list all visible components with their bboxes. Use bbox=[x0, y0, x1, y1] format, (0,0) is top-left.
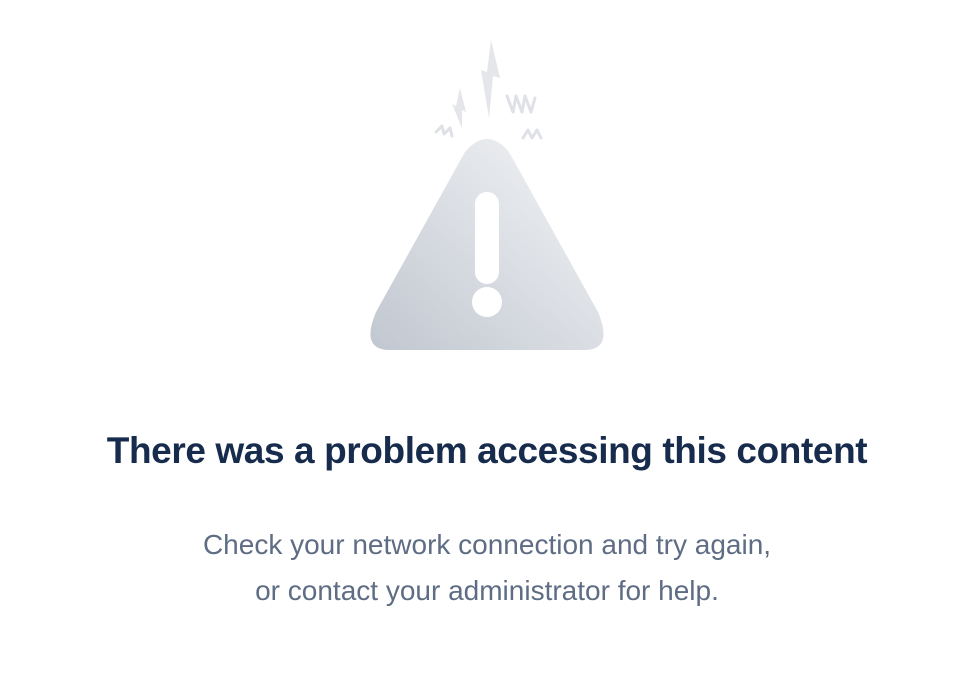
error-page: There was a problem accessing this conte… bbox=[0, 0, 974, 674]
error-message-line-1: Check your network connection and try ag… bbox=[202, 529, 772, 560]
lightning-bolt-icon bbox=[452, 40, 500, 128]
exclamation-mark-icon bbox=[472, 192, 502, 317]
error-title: There was a problem accessing this conte… bbox=[106, 430, 868, 471]
error-message-line-2: or contact your administrator for help. bbox=[255, 575, 719, 606]
error-message: Check your network connection and try ag… bbox=[0, 522, 974, 614]
error-illustration bbox=[370, 40, 604, 350]
